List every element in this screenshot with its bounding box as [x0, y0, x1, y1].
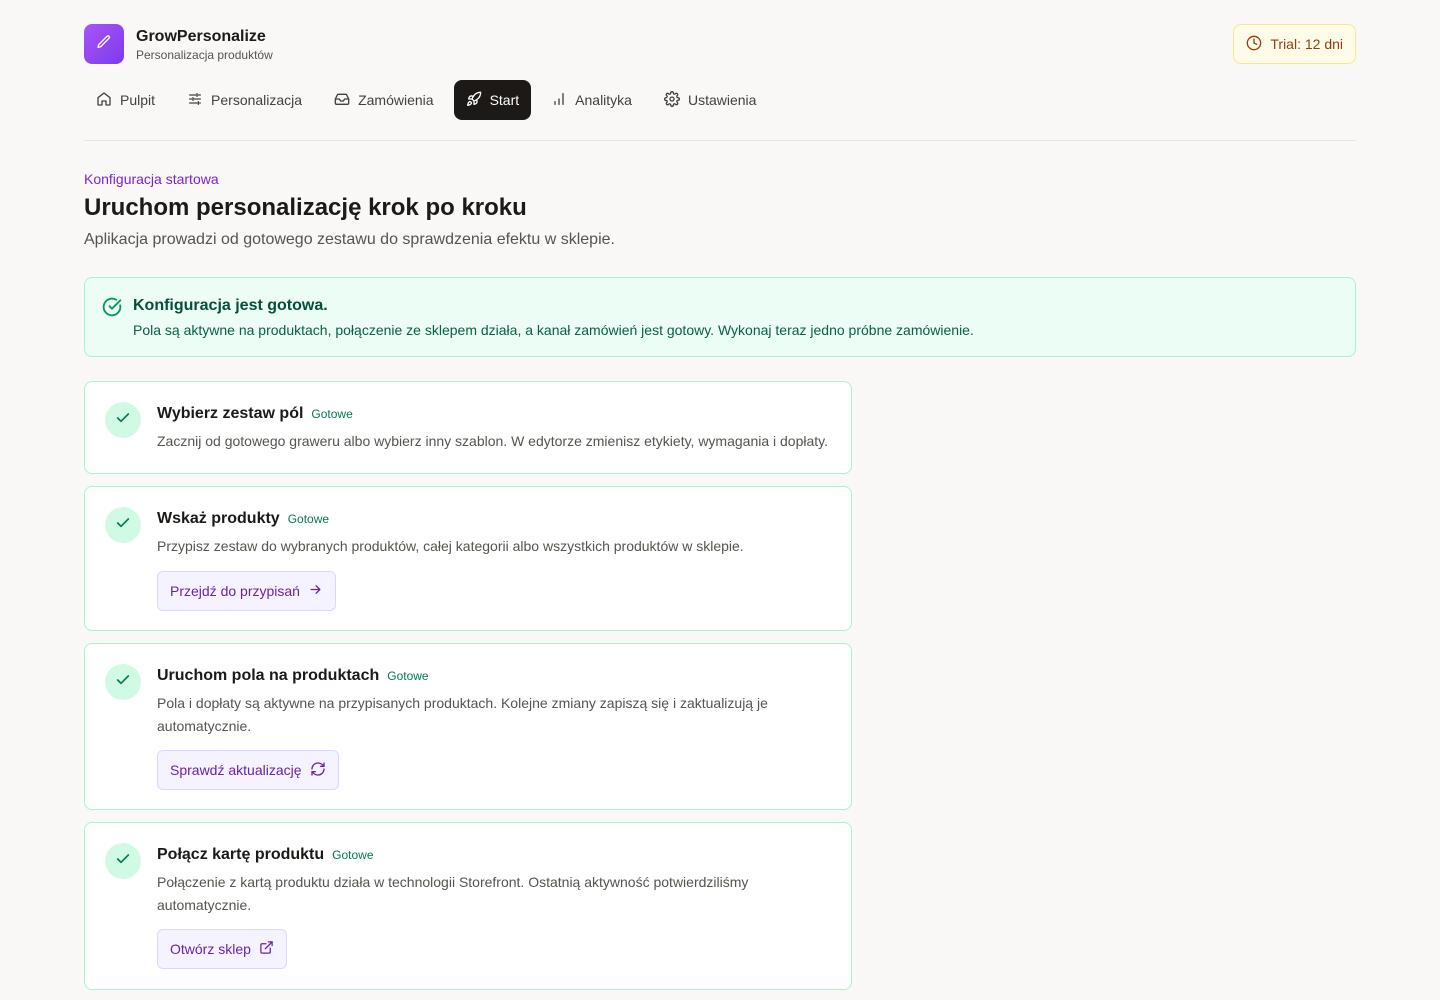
step-description: Przypisz zestaw do wybranych produktów, … — [157, 538, 744, 554]
step-check — [105, 664, 141, 700]
app-logo — [84, 24, 124, 64]
nav-label: Zamówienia — [358, 92, 434, 108]
nav-item-analityka[interactable]: Analityka — [539, 80, 644, 120]
page-subtitle: Aplikacja prowadzi od gotowego zestawu d… — [84, 231, 615, 248]
header-divider — [84, 140, 1356, 141]
header: GrowPersonalize Personalizacja produktów… — [84, 24, 1356, 64]
rocket-icon — [466, 91, 482, 110]
check-circle-icon — [102, 297, 122, 322]
step-card: Uruchom pola na produktach Gotowe Pola i… — [84, 643, 852, 810]
nav-label: Personalizacja — [211, 92, 303, 108]
open-store-button[interactable]: Otwórz sklep — [157, 929, 287, 969]
action-label: Sprawdź aktualizację — [170, 762, 302, 778]
app-subtitle: Personalizacja produktów — [136, 47, 273, 62]
nav-label: Start — [489, 92, 520, 108]
step-card: Połącz kartę produktu Gotowe Połączenie … — [84, 822, 852, 990]
step-check — [105, 843, 141, 879]
nav-item-zamowienia[interactable]: Zamówienia — [322, 80, 445, 120]
page-title: Uruchom personalizację krok po kroku — [84, 194, 527, 221]
status-badge: Gotowe — [287, 512, 330, 526]
status-badge: Gotowe — [332, 848, 374, 862]
home-icon — [96, 91, 112, 110]
step-card: Wybierz zestaw pól Gotowe Zacznij od got… — [84, 381, 852, 474]
check-update-button[interactable]: Sprawdź aktualizację — [157, 750, 339, 790]
page-eyebrow: Konfiguracja startowa — [84, 171, 219, 187]
nav-label: Ustawienia — [687, 92, 757, 108]
nav-label: Analityka — [575, 92, 632, 108]
check-icon — [115, 851, 131, 872]
refresh-icon — [310, 761, 326, 780]
step-description: Zacznij od gotowego graweru albo wybierz… — [157, 433, 829, 449]
nav-item-personalizacja[interactable]: Personalizacja — [175, 80, 314, 120]
trial-label: Trial: 12 dni — [1270, 36, 1343, 52]
clock-icon — [1246, 35, 1262, 54]
trial-badge[interactable]: Trial: 12 dni — [1233, 24, 1356, 64]
bar-chart-icon — [551, 91, 567, 110]
nav-item-ustawienia[interactable]: Ustawienia — [652, 80, 768, 120]
gear-icon — [664, 90, 680, 110]
step-card: Wskaż produkty Gotowe Przypisz zestaw do… — [84, 486, 852, 631]
step-check — [105, 402, 141, 438]
nav-label: Pulpit — [120, 92, 156, 108]
nav-item-start[interactable]: Start — [453, 80, 532, 120]
main-nav: Pulpit Personalizacja Zamówienia Start A… — [84, 80, 768, 120]
pen-icon — [96, 34, 112, 55]
inbox-icon — [334, 91, 350, 110]
nav-item-pulpit[interactable]: Pulpit — [84, 80, 167, 120]
step-title: Połącz kartę produktu — [157, 846, 325, 863]
step-check — [105, 507, 141, 543]
arrow-right-icon — [308, 582, 323, 600]
action-label: Przejdź do przypisań — [170, 582, 300, 599]
app-root: GrowPersonalize Personalizacja produktów… — [0, 0, 1440, 1000]
app-name: GrowPersonalize — [136, 27, 266, 45]
check-icon — [115, 672, 131, 693]
step-description: Połączenie z kartą produktu działa w tec… — [157, 874, 749, 913]
brand[interactable]: GrowPersonalize Personalizacja produktów — [84, 24, 273, 64]
step-title: Wskaż produkty — [157, 510, 280, 527]
success-banner: Konfiguracja jest gotowa. Pola są aktywn… — [84, 277, 1356, 357]
sliders-icon — [187, 91, 203, 110]
step-title: Uruchom pola na produktach — [157, 667, 380, 684]
external-link-icon — [259, 940, 274, 958]
check-icon — [115, 410, 131, 431]
status-badge: Gotowe — [387, 669, 429, 683]
status-badge: Gotowe — [311, 407, 353, 421]
go-to-assignments-button[interactable]: Przejdź do przypisań — [157, 570, 336, 611]
banner-text: Pola są aktywne na produktach, połączeni… — [133, 322, 974, 338]
step-description: Pola i dopłaty są aktywne na przypisanyc… — [157, 695, 768, 734]
action-label: Otwórz sklep — [170, 941, 251, 957]
banner-title: Konfiguracja jest gotowa. — [133, 297, 328, 314]
check-icon — [115, 515, 131, 536]
step-title: Wybierz zestaw pól — [157, 405, 304, 422]
